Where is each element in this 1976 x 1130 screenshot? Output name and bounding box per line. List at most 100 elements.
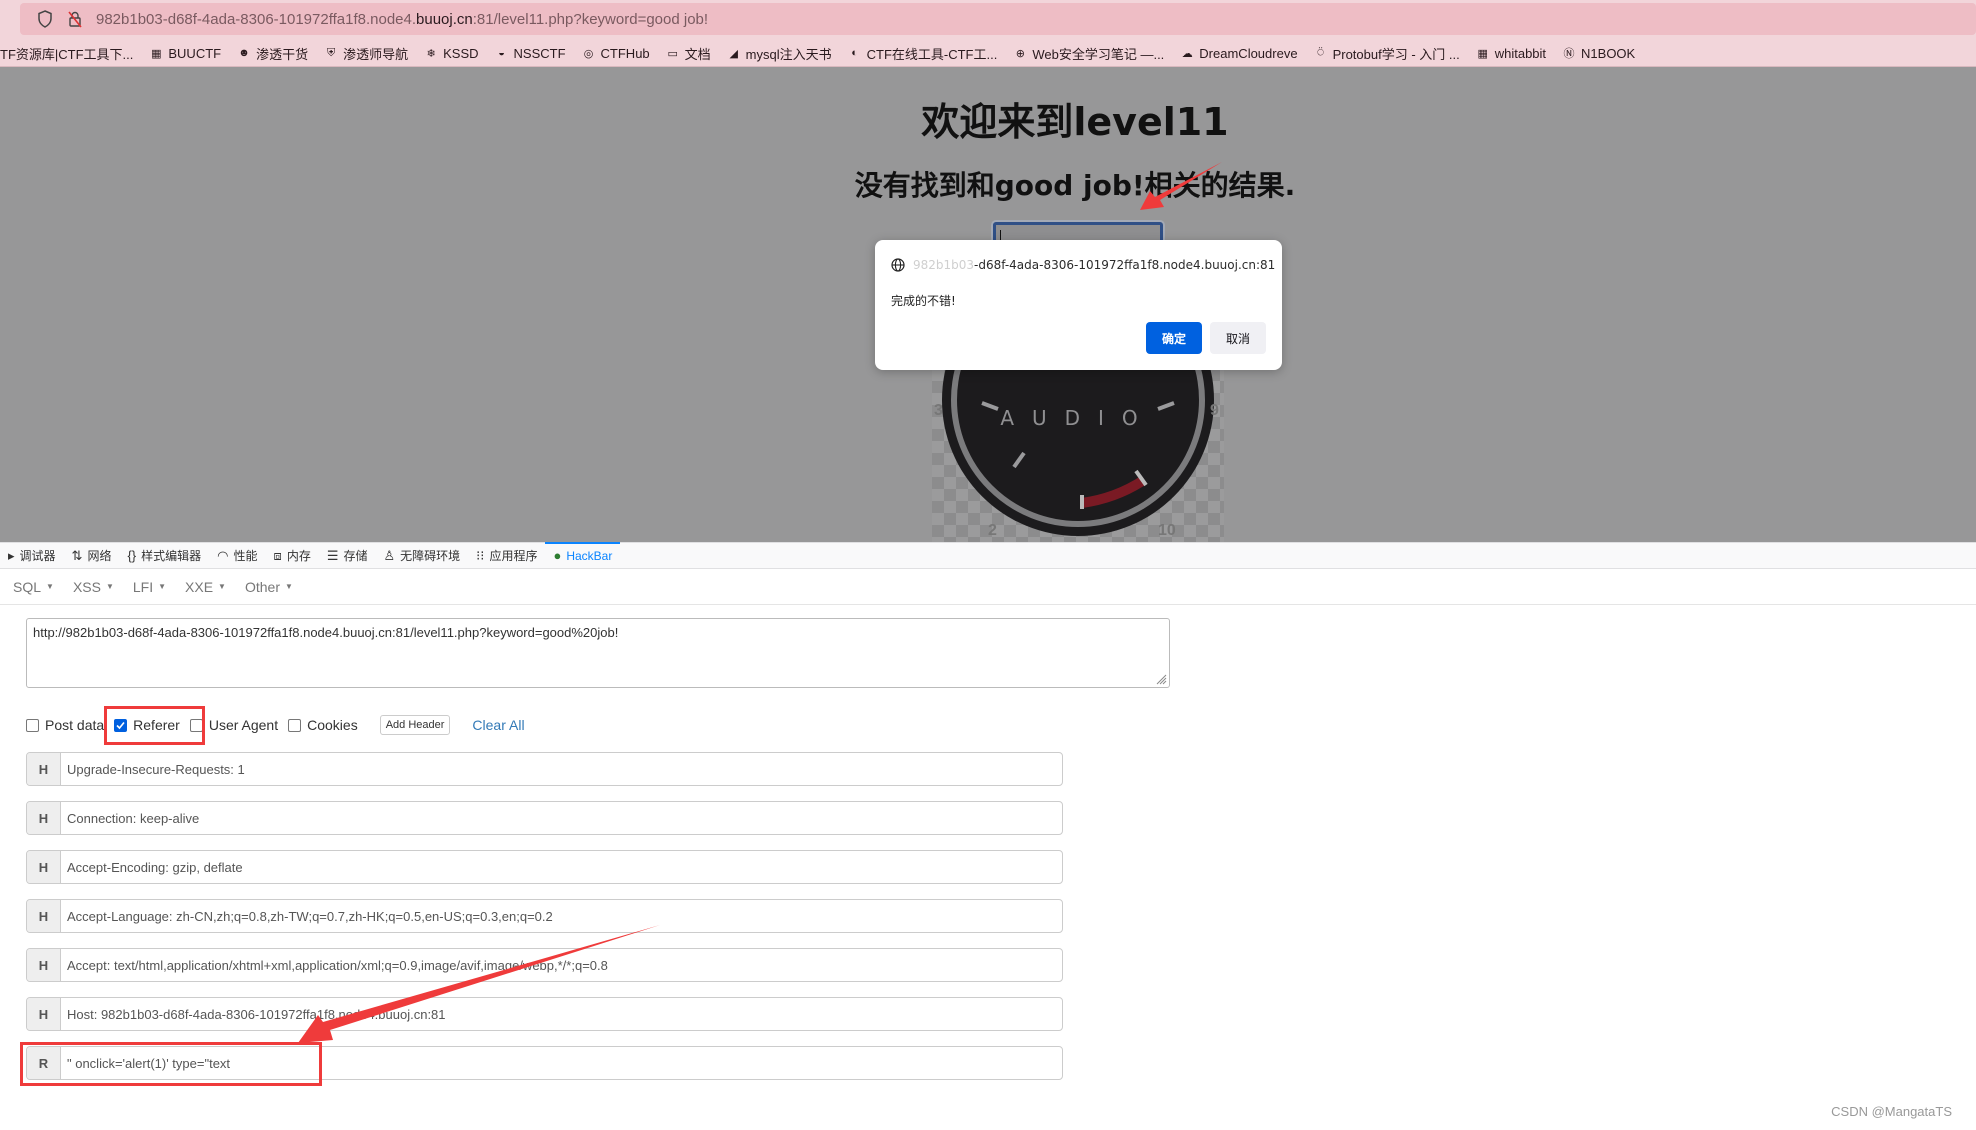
dialog-message: 完成的不错!	[891, 294, 956, 308]
add-header-button[interactable]: Add Header	[379, 715, 451, 735]
tab-network[interactable]: ⇅ 网络	[64, 543, 120, 568]
header-value-input[interactable]: Connection: keep-alive	[61, 811, 199, 826]
tab-label: 调试器	[19, 549, 56, 563]
shield-icon[interactable]	[36, 10, 54, 28]
tab-hackbar[interactable]: ● HackBar	[545, 542, 621, 568]
tab-braces[interactable]: {} 样式编辑器	[119, 543, 209, 568]
bookmark-item[interactable]: ⊕ Web安全学习笔记 —...	[1013, 44, 1165, 63]
tab-memory[interactable]: ⧈ 内存	[266, 543, 319, 568]
tab-gauge[interactable]: ◠ 性能	[209, 543, 265, 568]
bookmark-item[interactable]: ❄ KSSD	[424, 46, 479, 61]
tab-label: HackBar	[566, 548, 613, 563]
network-icon: ⇅	[71, 547, 83, 563]
header-value-input[interactable]: Accept-Encoding: gzip, deflate	[61, 860, 243, 875]
bookmark-label: NSSCTF	[513, 45, 566, 61]
bookmark-item[interactable]: ◢ mysql注入天书	[727, 44, 832, 63]
option-label: Cookies	[307, 717, 358, 733]
grid-icon: ⁝⁝	[476, 547, 485, 563]
bookmark-label: mysql注入天书	[745, 46, 832, 62]
bookmark-item[interactable]: ⛨ 渗透师导航	[324, 44, 408, 63]
checkbox[interactable]	[288, 718, 302, 732]
bookmark-item[interactable]: ☻ 渗透干货	[237, 44, 308, 63]
bookmark-item[interactable]: Ⓝ N1BOOK	[1562, 45, 1636, 61]
bookmark-label: Web安全学习笔记 —...	[1032, 46, 1165, 62]
folder-icon: ▭	[667, 47, 678, 60]
option-post-data[interactable]: Post data	[26, 717, 104, 733]
header-value-input[interactable]: Upgrade-Insecure-Requests: 1	[61, 762, 245, 777]
bookmark-item[interactable]: ☁ DreamCloudreve	[1180, 46, 1298, 61]
dial-number: 10	[1158, 522, 1176, 539]
insecure-lock-icon[interactable]	[66, 10, 84, 28]
bookmark-item[interactable]: ◐ CTF在线工具-CTF工...	[848, 44, 997, 63]
dialog-origin: 982b1b03 -d68f-4ada-8306-101972ffa1f8.nod…	[891, 258, 1275, 272]
bookmark-label: Protobuf学习 - 入门 ...	[1332, 46, 1460, 62]
header-value-input[interactable]: Accept: text/html,application/xhtml+xml,…	[61, 958, 608, 973]
bookmark-item[interactable]: ▦ whitabbit	[1476, 46, 1547, 61]
clear-all-link[interactable]: Clear All	[472, 717, 524, 733]
address-url[interactable]: 982b1b03-d68f-4ada-8306-101972ffa1f8.nod…	[96, 11, 708, 28]
resize-grip-icon[interactable]	[1155, 673, 1167, 685]
header-value-input[interactable]: Host: 982b1b03-d68f-4ada-8306-101972ffa1…	[61, 1007, 446, 1022]
address-bar[interactable]: 982b1b03-d68f-4ada-8306-101972ffa1f8.nod…	[20, 3, 1976, 35]
caret-down-icon: ▼	[158, 582, 167, 591]
header-row: H Host: 982b1b03-d68f-4ada-8306-101972ffa…	[26, 997, 1063, 1031]
globe-icon: ⊕	[1015, 47, 1025, 60]
bookmark-item[interactable]: ▦ BUUCTF	[149, 46, 221, 61]
header-type-badge[interactable]: H	[27, 900, 61, 932]
bookmark-label: 渗透师导航	[343, 46, 409, 62]
ctf-tool-icon: ◐	[851, 47, 858, 59]
dial-number: 2	[988, 522, 997, 539]
tab-label: 网络	[87, 549, 112, 563]
menu-label: LFI	[132, 578, 154, 595]
bookmark-item[interactable]: ▭ 文档	[666, 44, 710, 63]
menu-xxe[interactable]: XXE ▼	[185, 579, 226, 595]
hackbar-options: Post data Referer User Agent Cookies Add Hea…	[26, 714, 525, 736]
bookmark-item[interactable]: ◒ NSSCTF	[495, 45, 566, 61]
braces-icon: {}	[127, 548, 137, 563]
bookmark-item[interactable]: ◎ CTFHub	[582, 46, 650, 61]
whitabbit-icon: ▦	[1477, 47, 1488, 60]
tab-debugger[interactable]: ▸ 调试器	[0, 543, 64, 568]
debugger-icon: ▸	[8, 547, 15, 563]
option-cookies[interactable]: Cookies	[288, 717, 358, 733]
tab-grid[interactable]: ⁝⁝ 应用程序	[468, 543, 545, 568]
menu-label: Other	[244, 578, 280, 595]
menu-sql[interactable]: SQL ▼	[13, 579, 54, 595]
ctfhub-icon: ◎	[583, 47, 594, 60]
screenshot-root: 982b1b03-d68f-4ada-8306-101972ffa1f8.nod…	[0, 0, 1976, 1130]
tab-storage[interactable]: ☰ 存储	[319, 543, 376, 568]
checkbox[interactable]	[26, 718, 39, 732]
bookmark-label: CTFHub	[600, 45, 650, 61]
dial-number: 3	[934, 402, 943, 419]
cancel-button[interactable]: 取消	[1210, 322, 1266, 354]
accessibility-icon: ♙	[383, 547, 396, 563]
bookmark-item[interactable]: TF资源库|CTF工具下...	[0, 44, 133, 63]
n1book-icon: Ⓝ	[1563, 48, 1575, 60]
header-type-badge[interactable]: H	[27, 949, 61, 981]
header-type-badge[interactable]: H	[27, 753, 61, 785]
hackbar-url-input[interactable]	[26, 618, 1170, 688]
header-type-badge[interactable]: H	[27, 802, 61, 834]
header-type-badge[interactable]: H	[27, 851, 61, 883]
menu-other[interactable]: Other ▼	[245, 579, 293, 595]
annotation-box-referer-value	[20, 1042, 322, 1086]
storage-icon: ☰	[326, 547, 339, 563]
cloud-icon: ☁	[1181, 47, 1193, 60]
nssctf-icon: ◒	[498, 47, 505, 59]
menu-label: SQL	[13, 578, 42, 595]
browser-toolbar: 982b1b03-d68f-4ada-8306-101972ffa1f8.nod…	[0, 0, 1976, 40]
buuctf-icon: ▦	[151, 47, 162, 60]
snowflake-icon: ❄	[426, 47, 436, 60]
tab-accessibility[interactable]: ♙ 无障碍环境	[376, 543, 469, 568]
ok-button[interactable]: 确定	[1146, 322, 1202, 354]
header-value-input[interactable]: Accept-Language: zh-CN,zh;q=0.8,zh-TW;q=…	[61, 909, 553, 924]
menu-lfi[interactable]: LFI ▼	[133, 579, 166, 595]
header-row: H Accept-Encoding: gzip, deflate	[26, 850, 1063, 884]
globe-icon	[891, 258, 905, 272]
bookmark-label: N1BOOK	[1581, 45, 1636, 61]
bookmark-label: BUUCTF	[168, 45, 222, 61]
bookmark-item[interactable]: ⍥ Protobuf学习 - 入门 ...	[1314, 44, 1460, 63]
menu-xss[interactable]: XSS ▼	[73, 579, 114, 595]
header-type-badge[interactable]: H	[27, 998, 61, 1030]
watermark: CSDN @MangataTS	[1831, 1104, 1952, 1119]
